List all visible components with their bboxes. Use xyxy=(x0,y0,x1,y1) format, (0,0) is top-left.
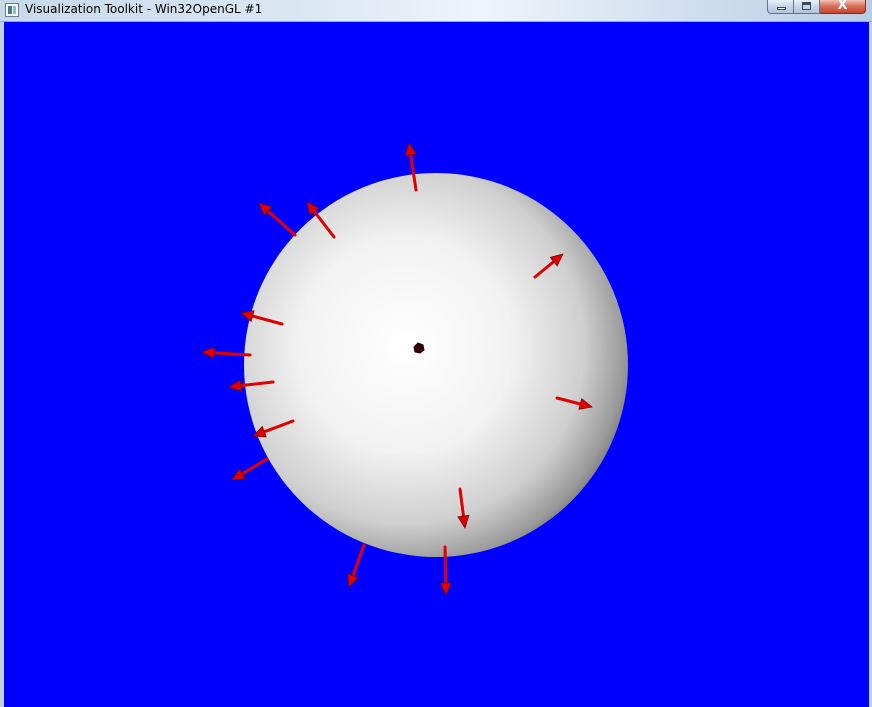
minimize-icon xyxy=(777,7,786,10)
maximize-icon xyxy=(802,2,811,10)
maximize-button[interactable] xyxy=(794,0,820,14)
arrow-shaft xyxy=(443,545,448,585)
caption-buttons: X xyxy=(767,0,866,14)
scene-canvas xyxy=(4,22,869,707)
vtk-app-icon[interactable] xyxy=(5,3,19,17)
render-viewport[interactable] xyxy=(4,22,869,707)
close-icon: X xyxy=(837,0,848,13)
minimize-button[interactable] xyxy=(767,0,794,14)
close-button[interactable]: X xyxy=(820,0,866,14)
title-bar[interactable]: Visualization Toolkit - Win32OpenGL #1 X xyxy=(0,0,872,22)
vtk-render-window: Visualization Toolkit - Win32OpenGL #1 X xyxy=(0,0,872,707)
window-title: Visualization Toolkit - Win32OpenGL #1 xyxy=(25,2,263,16)
sphere xyxy=(244,173,628,557)
